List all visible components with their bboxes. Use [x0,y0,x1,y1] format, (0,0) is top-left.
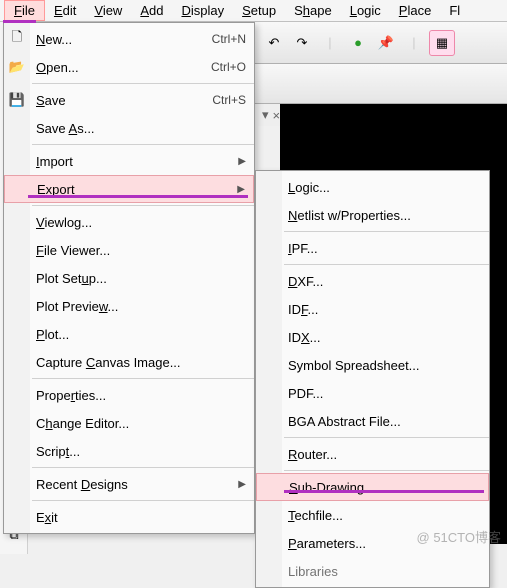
menu-view[interactable]: View [85,1,131,20]
pin-icon[interactable]: 📌 [373,30,399,56]
submenu-arrow-icon: ▶ [237,184,245,195]
annotation-file [3,20,36,23]
submenu-techfile[interactable]: Techfile... [256,501,489,529]
open-icon: 📂 [8,58,26,76]
menu-item-plot[interactable]: Plot... [4,320,254,348]
tab-strip: ▾ × [258,104,280,126]
submenu-idf[interactable]: IDF... [256,295,489,323]
menu-item-import[interactable]: Import ▶ [4,147,254,175]
submenu-ipf[interactable]: IPF... [256,234,489,262]
menu-item-properties[interactable]: Properties... [4,381,254,409]
submenu-idx[interactable]: IDX... [256,323,489,351]
submenu-symbol-spreadsheet[interactable]: Symbol Spreadsheet... [256,351,489,379]
shortcut-new: Ctrl+N [212,32,246,46]
menu-item-new[interactable]: 🗋 New... Ctrl+N [4,25,254,53]
undo-icon[interactable]: ↶ [261,30,287,56]
submenu-netlist[interactable]: Netlist w/Properties... [256,201,489,229]
annotation-export [28,195,248,198]
submenu-logic[interactable]: Logic... [256,173,489,201]
tab-close-icon[interactable]: × [273,108,281,123]
menu-item-open[interactable]: 📂 Open... Ctrl+O [4,53,254,81]
menu-item-save[interactable]: 💾 Save Ctrl+S [4,86,254,114]
menu-setup[interactable]: Setup [233,1,285,20]
submenu-sub-drawing[interactable]: Sub-Drawing [256,473,489,501]
toolbar-sep2: | [401,30,427,56]
menubar: File Edit View Add Display Setup Shape L… [0,0,507,22]
menu-item-exit[interactable]: Exit [4,503,254,531]
menu-file[interactable]: File [4,0,45,21]
menu-item-plot-preview[interactable]: Plot Preview... [4,292,254,320]
submenu-router[interactable]: Router... [256,440,489,468]
file-dropdown-menu: 🗋 New... Ctrl+N 📂 Open... Ctrl+O 💾 Save … [3,22,255,534]
new-icon: 🗋 [8,30,26,48]
watermark: @ 51CTO博客 [417,527,501,546]
menu-edit[interactable]: Edit [45,1,85,20]
submenu-arrow-icon: ▶ [238,479,246,490]
toolbar-sep: | [317,30,343,56]
menu-item-capture-canvas[interactable]: Capture Canvas Image... [4,348,254,376]
submenu-arrow-icon: ▶ [238,156,246,167]
save-icon: 💾 [8,91,26,109]
menu-add[interactable]: Add [131,1,172,20]
menu-item-change-editor[interactable]: Change Editor... [4,409,254,437]
redo-icon[interactable]: ↷ [289,30,315,56]
tab-dropdown-icon[interactable]: ▾ [262,107,269,123]
submenu-bga-abstract[interactable]: BGA Abstract File... [256,407,489,435]
menu-item-viewlog[interactable]: Viewlog... [4,208,254,236]
menu-item-plot-setup[interactable]: Plot Setup... [4,264,254,292]
shortcut-save: Ctrl+S [212,93,246,107]
menu-item-script[interactable]: Script... [4,437,254,465]
menu-fl[interactable]: Fl [440,1,469,20]
submenu-dxf[interactable]: DXF... [256,267,489,295]
menu-logic[interactable]: Logic [341,1,390,20]
menu-display[interactable]: Display [172,1,233,20]
export-submenu: Logic... Netlist w/Properties... IPF... … [255,170,490,588]
accept-icon[interactable]: ● [345,30,371,56]
grid-toggle-icon[interactable]: ▦ [429,30,455,56]
menu-place[interactable]: Place [390,1,441,20]
menu-item-save-as[interactable]: Save As... [4,114,254,142]
menu-item-file-viewer[interactable]: File Viewer... [4,236,254,264]
menu-item-export[interactable]: Export ▶ [4,175,254,203]
shortcut-open: Ctrl+O [211,60,246,74]
annotation-subdrawing [284,490,484,493]
submenu-libraries[interactable]: Libraries [256,557,489,585]
menu-item-recent-designs[interactable]: Recent Designs ▶ [4,470,254,498]
submenu-pdf[interactable]: PDF... [256,379,489,407]
menu-shape[interactable]: Shape [285,1,341,20]
